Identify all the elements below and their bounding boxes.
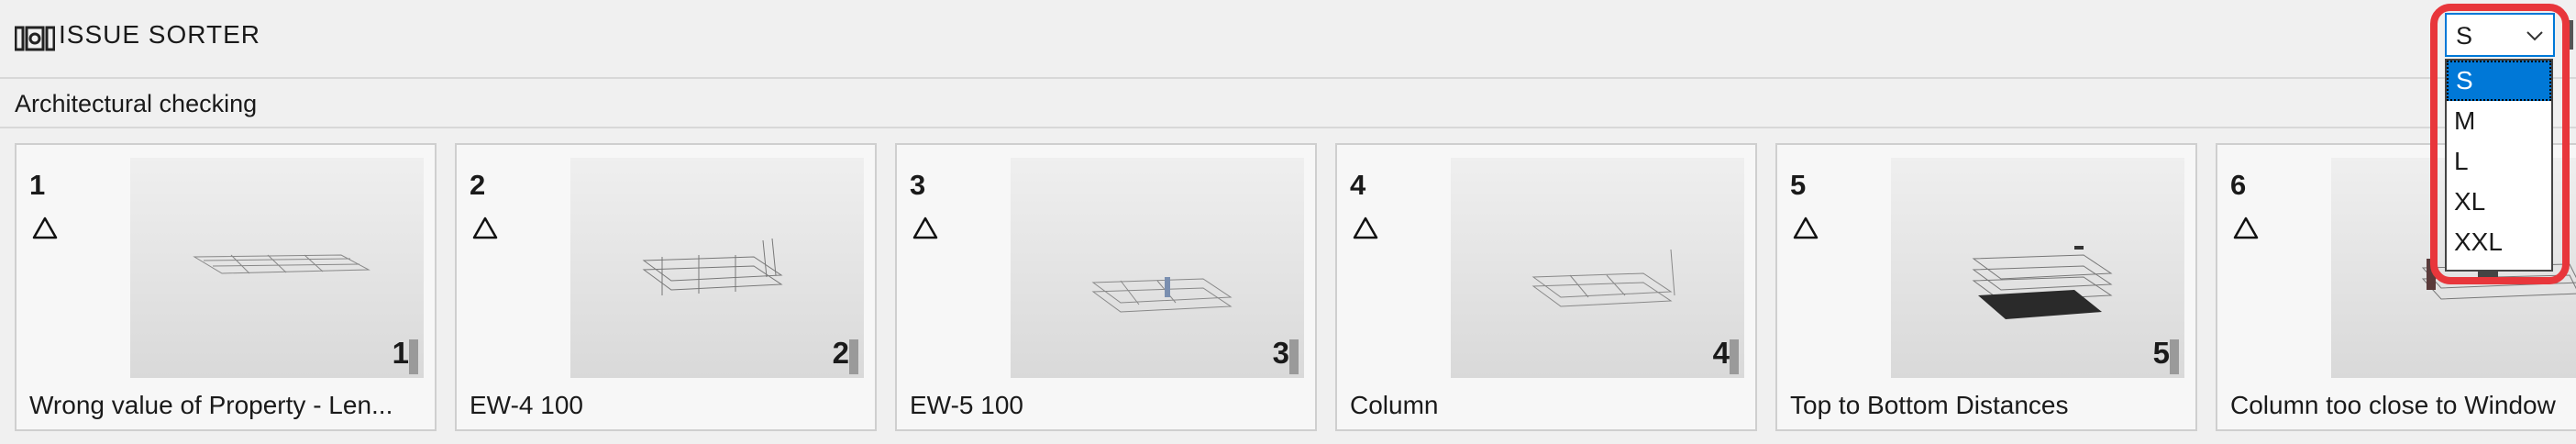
issue-card[interactable]: 4 4 Column	[1335, 143, 1757, 431]
title-bar: ISSUE SORTER	[0, 0, 2576, 79]
count-bar	[1730, 339, 1739, 374]
warning-triangle-icon	[472, 216, 498, 239]
issue-label: Column too close to Window	[2230, 391, 2556, 419]
warning-triangle-icon	[1793, 216, 1819, 239]
count-bar	[1289, 339, 1299, 374]
issue-count: 2	[832, 336, 849, 370]
issue-thumbnail	[1011, 158, 1304, 378]
size-select[interactable]: S	[2445, 13, 2555, 57]
issue-number: 5	[1790, 169, 1807, 201]
issue-label: Wrong value of Property - Len...	[29, 391, 393, 419]
issue-label: EW-4 100	[470, 391, 583, 419]
issue-sorter-icon	[15, 26, 55, 51]
issue-thumbnail	[1451, 158, 1744, 378]
size-select-value: S	[2456, 22, 2473, 50]
issue-number: 4	[1350, 169, 1366, 201]
issue-count: 3	[1272, 336, 1289, 370]
issue-card[interactable]: 5 5 Top to Bottom Distances	[1775, 143, 2197, 431]
panel-edge	[2568, 20, 2573, 50]
size-option-xl[interactable]: XL	[2447, 182, 2551, 222]
issue-count: 1	[392, 336, 409, 370]
size-option-xxl[interactable]: XXL	[2447, 222, 2551, 262]
category-bar: Architectural checking	[0, 79, 2576, 128]
issue-count: 4	[1712, 336, 1730, 370]
issue-label: Column	[1350, 391, 1439, 419]
count-bar	[409, 339, 418, 374]
warning-triangle-icon	[2233, 216, 2259, 239]
size-option-l[interactable]: L	[2447, 141, 2551, 182]
issue-label: EW-5 100	[910, 391, 1023, 419]
warning-triangle-icon	[32, 216, 58, 239]
issue-thumbnail	[1891, 158, 2184, 378]
issue-number: 3	[910, 169, 926, 201]
size-options-list: S M L XL XXL	[2445, 59, 2553, 272]
issue-card[interactable]: 1 1 Wrong value of Property - Len...	[15, 143, 437, 431]
count-bar	[849, 339, 858, 374]
count-bar	[2170, 339, 2179, 374]
warning-triangle-icon	[912, 216, 938, 239]
category-label: Architectural checking	[15, 90, 258, 117]
issue-count: 5	[2152, 336, 2170, 370]
issue-number: 1	[29, 169, 46, 201]
chevron-down-icon	[2526, 31, 2543, 41]
warning-triangle-icon	[1353, 216, 1378, 239]
issue-number: 2	[470, 169, 486, 201]
issue-card[interactable]: 2 2 EW-4 100	[455, 143, 877, 431]
issue-thumbnail	[570, 158, 864, 378]
issue-card-list: 1 1 Wrong value of Property - Len... 2 2…	[0, 143, 2576, 433]
issue-thumbnail	[130, 158, 424, 378]
issue-card[interactable]: 3 3 EW-5 100	[895, 143, 1317, 431]
page-title: ISSUE SORTER	[59, 20, 260, 49]
size-option-s[interactable]: S	[2447, 61, 2551, 101]
issue-number: 6	[2230, 169, 2247, 201]
size-option-m[interactable]: M	[2447, 101, 2551, 141]
issue-label: Top to Bottom Distances	[1790, 391, 2069, 419]
